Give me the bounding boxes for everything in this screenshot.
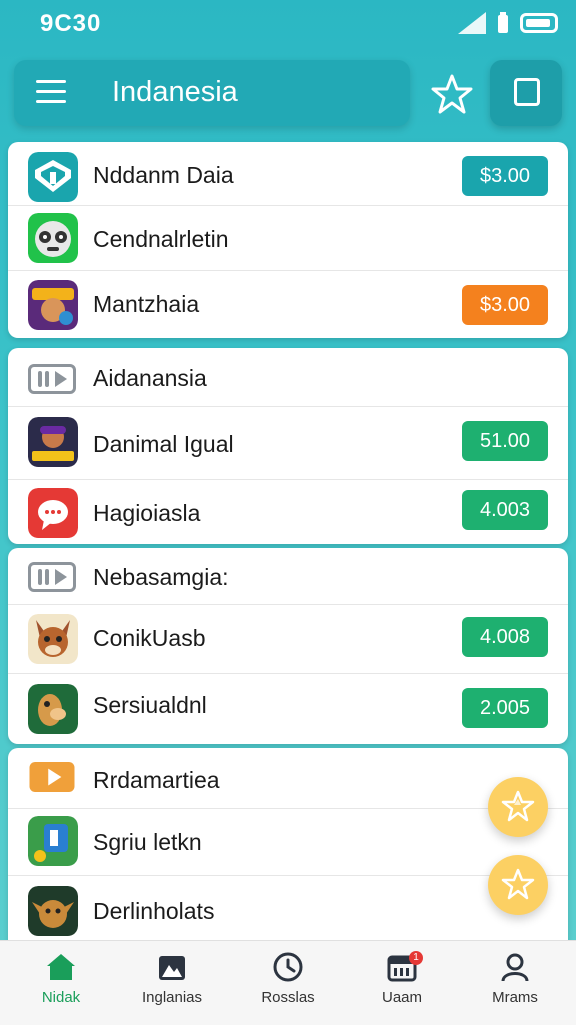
price-button[interactable]: $3.00 <box>462 285 548 325</box>
item-label: Cendnalrletin <box>93 226 229 252</box>
game-character-icon <box>28 280 78 330</box>
section-header: Aidanansia <box>8 348 568 407</box>
app-list-card-4: Rrdamartiea Sgriu letkn Derlinholats <box>8 748 568 948</box>
square-icon <box>514 78 540 106</box>
list-item[interactable]: Sgriu letkn <box>8 809 568 876</box>
item-label: Hagioiasla <box>93 500 201 526</box>
nav-item-home[interactable]: Nidak <box>6 951 116 1006</box>
battery-small-icon <box>498 12 508 33</box>
nav-item-explore[interactable]: Inglanias <box>117 951 227 1006</box>
section-title: Rrdamartiea <box>93 767 220 793</box>
app-list-card-1: Nddanm Daia $3.00 Cendnalrletin Mantzhai… <box>8 142 568 338</box>
nav-item-profile[interactable]: Mrams <box>460 951 570 1006</box>
nav-label: Uaam <box>381 989 422 1006</box>
status-icons <box>458 12 558 34</box>
item-label: Nddanm Daia <box>93 162 234 188</box>
alpaca-icon <box>28 684 78 734</box>
chat-bubble-icon <box>28 488 78 538</box>
status-time: 9C30 <box>40 10 102 37</box>
price-button[interactable]: 2.005 <box>462 688 548 728</box>
hero-game-icon <box>28 417 78 467</box>
list-item[interactable]: Mantzhaia $3.00 <box>8 271 568 338</box>
star-outline-icon <box>501 868 535 900</box>
nav-item-history[interactable]: Rosslas <box>233 951 343 1006</box>
status-bar: 9C30 <box>0 0 576 46</box>
item-label: Sgriu letkn <box>93 829 202 855</box>
nav-label: Nidak <box>41 989 81 1006</box>
item-label: Danimal Igual <box>93 431 234 457</box>
fox-character-icon <box>28 614 78 664</box>
list-item[interactable]: Sersiualdnl 2.005 <box>8 674 568 744</box>
nav-item-calendar[interactable]: 1 Uaam <box>347 951 457 1006</box>
item-label: ConikUasb <box>93 625 206 651</box>
price-button[interactable]: $3.00 <box>462 156 548 196</box>
nav-label: Rosslas <box>261 989 315 1006</box>
clock-icon <box>273 952 303 982</box>
share-fab[interactable] <box>488 855 548 915</box>
item-label: Sersiualdnl <box>93 692 207 718</box>
app-list-card-3: Nebasamgia: ConikUasb 4.008 Sersiualdnl … <box>8 548 568 744</box>
section-title: Nebasamgia: <box>93 564 229 590</box>
list-item[interactable]: ConikUasb 4.008 <box>8 605 568 674</box>
price-button[interactable]: 51.00 <box>462 421 548 461</box>
battery-icon <box>520 13 558 33</box>
game-cube-icon <box>28 816 78 866</box>
video-play-icon <box>28 364 76 394</box>
app-list-card-2: Aidanansia Danimal Igual 51.00 Hagioiasl… <box>8 348 568 544</box>
robot-face-icon <box>28 213 78 263</box>
nav-label: Inglanias <box>141 989 203 1006</box>
price-button[interactable]: 4.008 <box>462 617 548 657</box>
favorite-star-icon[interactable] <box>430 72 474 116</box>
section-header: Rrdamartiea <box>8 748 568 809</box>
favorite-fab[interactable] <box>488 777 548 837</box>
star-icon <box>501 790 535 822</box>
menu-icon[interactable] <box>36 80 66 106</box>
notification-badge: 1 <box>409 951 423 965</box>
item-label: Derlinholats <box>93 898 215 924</box>
teal-shield-icon <box>28 152 78 202</box>
app-bar: Indanesia <box>14 60 410 126</box>
person-icon <box>501 953 529 982</box>
section-title: Aidanansia <box>93 365 207 391</box>
item-label: Mantzhaia <box>93 291 200 317</box>
section-header: Nebasamgia: <box>8 548 568 605</box>
orange-play-icon <box>29 762 75 792</box>
mountain-icon <box>159 956 185 980</box>
nav-label: Mrams <box>492 989 538 1006</box>
app-title: Indanesia <box>112 76 238 108</box>
account-square-button[interactable] <box>490 60 562 126</box>
bottom-navigation: Nidak Inglanias Rosslas 1 Uaam Mrams <box>0 940 576 1025</box>
list-item[interactable]: Danimal Igual 51.00 <box>8 407 568 480</box>
list-item[interactable]: Cendnalrletin <box>8 206 568 271</box>
price-button[interactable]: 4.003 <box>462 490 548 530</box>
list-item[interactable]: Derlinholats <box>8 876 568 948</box>
signal-icon <box>458 12 486 34</box>
list-item[interactable]: Hagioiasla 4.003 <box>8 480 568 544</box>
video-play-icon <box>28 562 76 592</box>
list-item[interactable]: Nddanm Daia $3.00 <box>8 142 568 206</box>
goblin-icon <box>28 886 78 936</box>
home-icon <box>47 954 75 980</box>
